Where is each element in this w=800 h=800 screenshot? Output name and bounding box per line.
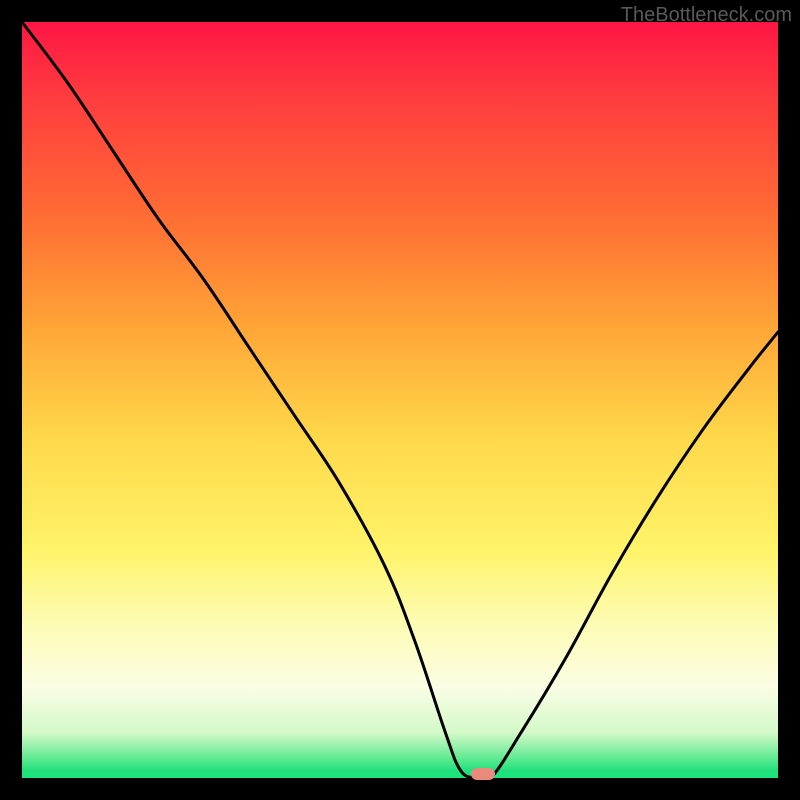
minimum-marker xyxy=(471,768,495,780)
chart-frame: TheBottleneck.com xyxy=(0,0,800,800)
watermark-text: TheBottleneck.com xyxy=(621,4,792,27)
bottleneck-curve xyxy=(22,22,778,778)
plot-area xyxy=(22,22,778,778)
